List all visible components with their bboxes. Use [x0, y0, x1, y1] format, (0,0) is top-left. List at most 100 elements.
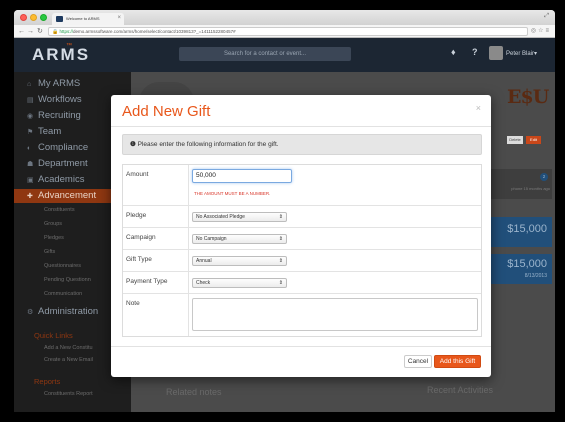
arms-logo[interactable]: ARMS — [32, 45, 90, 65]
select-arrows-icon: ⇕ — [278, 280, 283, 286]
tab-close-icon[interactable]: × — [117, 15, 121, 21]
amount-error-message: THE AMOUNT MUST BE A NUMBER. — [194, 191, 271, 196]
quick-link-create-email[interactable]: Create a New Email — [44, 357, 93, 363]
quick-links-heading: Quick Links — [34, 331, 73, 340]
url-field[interactable]: 🔒 https://demo.armssoftware.com/arms/hom… — [48, 27, 528, 36]
browser-tab[interactable]: Welcome to ARMS × — [52, 13, 124, 25]
sidebar-item-label: Compliance — [38, 142, 89, 153]
payment-type-label: Payment Type — [123, 272, 189, 293]
esu-logo: E$U — [507, 86, 549, 108]
sidebar-item-my-arms[interactable]: ⌂ My ARMS — [14, 77, 131, 91]
cancel-button[interactable]: Cancel — [404, 355, 432, 368]
modal-title: Add New Gift — [122, 103, 211, 120]
amount-field[interactable]: 50,000 — [192, 169, 292, 183]
alert-text: Please enter the following information f… — [137, 141, 279, 148]
activity-card: 2 phone 15 months ago — [488, 169, 552, 199]
sidebar-subitem-questionnaires[interactable]: Questionnaires — [44, 263, 81, 269]
modal-footer-divider — [111, 346, 491, 347]
user-menu[interactable]: Peter Blair▾ — [506, 50, 537, 57]
gift-type-select[interactable]: Annual ⇕ — [192, 256, 287, 266]
sidebar-subitem-pending-questionnaires[interactable]: Pending Questionn — [44, 277, 91, 283]
gift-type-selected-value: Annual — [196, 258, 212, 264]
add-gift-modal: Add New Gift × ❶ Please enter the follow… — [111, 95, 491, 377]
url-path: demo.armssoftware.com/arms/home/select/c… — [73, 29, 236, 34]
search-input[interactable]: Search for a contact or event... — [179, 47, 351, 61]
note-textarea[interactable] — [192, 298, 478, 331]
gift-type-label: Gift Type — [123, 250, 189, 271]
recent-activities-heading: Recent Activities — [427, 385, 494, 395]
gift-summary-card-2[interactable]: $15,000 8/13/2013 — [488, 254, 552, 284]
reload-icon[interactable]: ↻ — [37, 27, 43, 36]
reports-heading: Reports — [34, 377, 61, 386]
gift-form: Amount 50,000 THE AMOUNT MUST BE A NUMBE… — [122, 164, 482, 337]
gift-amount: $15,000 — [507, 258, 547, 270]
sidebar-item-label: Administration — [38, 306, 99, 317]
payment-type-row: Payment Type Check ⇕ — [123, 272, 481, 294]
campaign-row: Campaign No Campaign ⇕ — [123, 228, 481, 250]
browser-window: Welcome to ARMS × ⤢ ← → ↻ 🔒 https://demo… — [14, 10, 555, 412]
target-icon: ◉ — [27, 113, 34, 120]
lock-icon: 🔒 — [52, 29, 59, 35]
maximize-window-button[interactable] — [40, 14, 47, 21]
gift-summary-card-1[interactable]: $15,000 — [488, 217, 552, 247]
delete-button[interactable]: Delete — [507, 136, 523, 144]
browser-menu-icons[interactable]: ◎☆≡ — [531, 27, 551, 34]
bell-icon[interactable]: ♦ — [451, 47, 456, 57]
shield-icon: ◐ — [27, 145, 32, 152]
address-bar: ← → ↻ 🔒 https://demo.armssoftware.com/ar… — [14, 25, 555, 38]
payment-type-select[interactable]: Check ⇕ — [192, 278, 287, 288]
gift-date: 8/13/2013 — [524, 273, 547, 279]
campaign-select[interactable]: No Campaign ⇕ — [192, 234, 287, 244]
department-icon: ☗ — [27, 161, 34, 168]
pledge-select[interactable]: No Associated Pledge ⇕ — [192, 212, 287, 222]
amount-row: Amount 50,000 THE AMOUNT MUST BE A NUMBE… — [123, 165, 481, 206]
browser-titlebar: Welcome to ARMS × ⤢ — [14, 10, 555, 25]
favicon-icon — [56, 16, 63, 22]
sidebar-subitem-constituents[interactable]: Constituents — [44, 207, 75, 213]
workflow-icon: ▤ — [27, 97, 34, 104]
sidebar-subitem-pledges[interactable]: Pledges — [44, 235, 64, 241]
home-icon: ⌂ — [27, 81, 32, 88]
select-arrows-icon: ⇕ — [278, 258, 283, 264]
campaign-selected-value: No Campaign — [196, 236, 227, 242]
avatar[interactable] — [489, 46, 503, 60]
top-navbar: ARMS ™ Search for a contact or event... … — [14, 38, 555, 72]
pledge-selected-value: No Associated Pledge — [196, 214, 245, 220]
close-icon[interactable]: × — [476, 103, 481, 113]
sidebar-item-label: My ARMS — [38, 78, 81, 89]
book-icon: ▣ — [27, 177, 34, 184]
sidebar-subitem-communication[interactable]: Communication — [44, 291, 82, 297]
info-icon: ❶ — [130, 141, 136, 148]
forward-icon[interactable]: → — [27, 27, 34, 36]
close-window-button[interactable] — [20, 14, 27, 21]
browser-tab-title: Welcome to ARMS — [66, 16, 100, 21]
gift-type-row: Gift Type Annual ⇕ — [123, 250, 481, 272]
note-label: Note — [123, 294, 189, 336]
report-link-constituents[interactable]: Constituents Report — [44, 391, 93, 397]
gear-icon: ⚙ — [27, 309, 34, 316]
amount-label: Amount — [123, 165, 189, 205]
fullscreen-icon[interactable]: ⤢ — [544, 13, 549, 20]
url-scheme: https:// — [59, 29, 74, 34]
sidebar-subitem-gifts[interactable]: Gifts — [44, 249, 55, 255]
payment-type-selected-value: Check — [196, 280, 211, 286]
related-notes-heading: Related notes — [166, 387, 222, 397]
modal-divider — [111, 126, 491, 127]
logo-trademark: ™ — [66, 43, 72, 49]
quick-link-add-constituent[interactable]: Add a New Constitu — [44, 345, 93, 351]
pledge-row: Pledge No Associated Pledge ⇕ — [123, 206, 481, 228]
sidebar-item-label: Workflows — [38, 94, 82, 105]
activity-note: phone 15 months ago — [511, 186, 550, 191]
back-icon[interactable]: ← — [18, 27, 25, 36]
info-alert: ❶ Please enter the following information… — [122, 134, 482, 155]
add-gift-button[interactable]: Add this Gift — [434, 355, 481, 368]
team-icon: ⚑ — [27, 129, 34, 136]
campaign-label: Campaign — [123, 228, 189, 249]
minimize-window-button[interactable] — [30, 14, 37, 21]
gift-amount: $15,000 — [507, 223, 547, 235]
advancement-icon: ✚ — [27, 193, 33, 200]
arms-app: ARMS ™ Search for a contact or event... … — [14, 38, 555, 412]
edit-button[interactable]: Edit — [526, 136, 541, 144]
sidebar-subitem-groups[interactable]: Groups — [44, 221, 62, 227]
help-icon[interactable]: ? — [472, 47, 478, 57]
